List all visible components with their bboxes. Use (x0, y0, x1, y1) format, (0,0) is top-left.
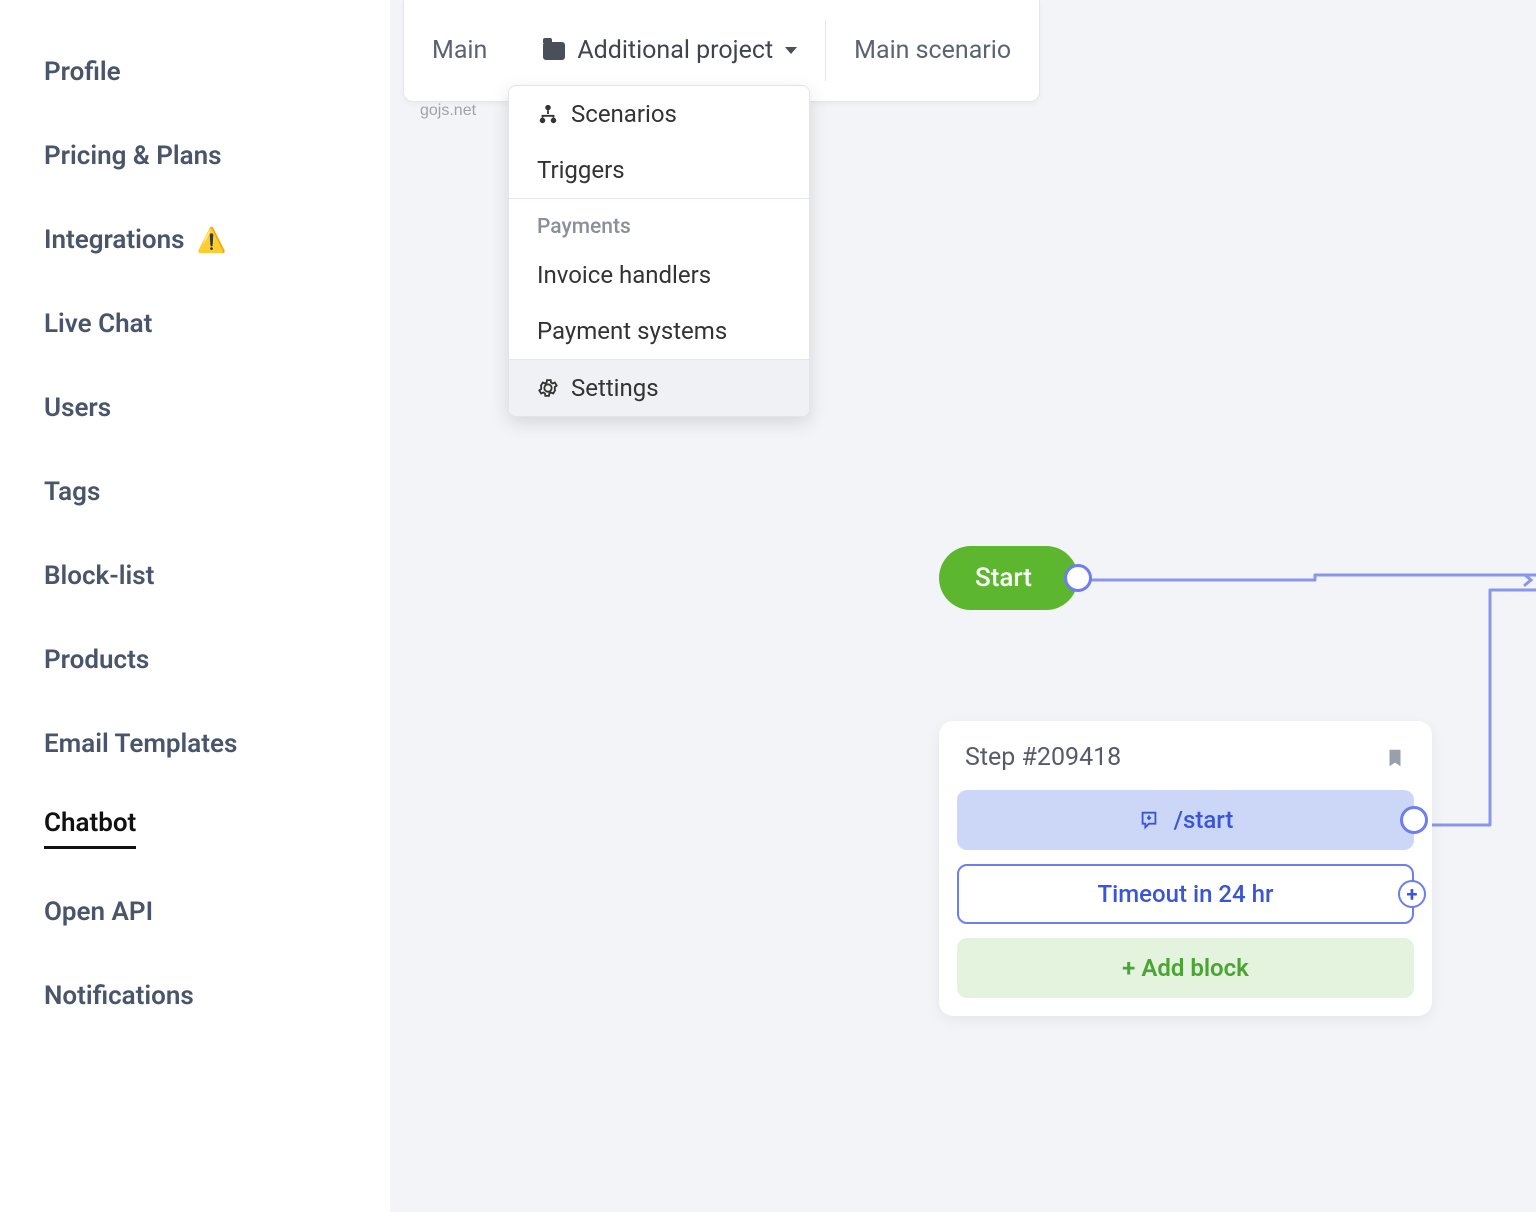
breadcrumb-main[interactable]: Main (404, 0, 515, 101)
label: Tags (44, 477, 100, 507)
label: Pricing & Plans (44, 141, 222, 171)
canvas[interactable]: Main Additional project Main scenario Sc… (390, 0, 1536, 1212)
sidebar-item-openapi[interactable]: Open API (0, 870, 390, 954)
label: Triggers (537, 156, 625, 184)
label: Integrations (44, 225, 185, 255)
menu-item-triggers[interactable]: Triggers (509, 142, 809, 198)
chevron-down-icon (785, 47, 797, 54)
sidebar-item-emailtemplates[interactable]: Email Templates (0, 702, 390, 786)
label: Live Chat (44, 309, 152, 339)
step-header: Step #209418 (957, 739, 1414, 790)
label: /start (1174, 806, 1234, 834)
sidebar-item-chatbot[interactable]: Chatbot (0, 786, 390, 870)
menu-header-payments: Payments (509, 199, 809, 247)
label: Additional project (577, 36, 773, 65)
flow-node-start[interactable]: Start (939, 546, 1078, 610)
label: Main scenario (854, 36, 1011, 65)
gojs-watermark: gojs.net (420, 102, 476, 120)
gear-icon (537, 377, 559, 399)
label: Main (432, 36, 487, 65)
breadcrumb-scenario[interactable]: Main scenario (826, 0, 1039, 101)
sidebar-item-notifications[interactable]: Notifications (0, 954, 390, 1038)
sidebar-item-blocklist[interactable]: Block-list (0, 534, 390, 618)
label: Email Templates (44, 729, 237, 759)
add-port-icon[interactable]: + (1398, 880, 1426, 908)
sidebar: Profile Pricing & Plans Integrations ⚠️ … (0, 0, 390, 1212)
sitemap-icon (537, 103, 559, 125)
output-port[interactable] (1064, 564, 1092, 592)
menu-item-payment-systems[interactable]: Payment systems (509, 303, 809, 359)
label: Settings (571, 374, 659, 402)
label: Products (44, 645, 149, 675)
folder-icon (543, 42, 565, 60)
label: Notifications (44, 981, 194, 1011)
sidebar-item-pricing[interactable]: Pricing & Plans (0, 114, 390, 198)
label: Users (44, 393, 111, 423)
sidebar-item-products[interactable]: Products (0, 618, 390, 702)
step-block-start[interactable]: /start (957, 790, 1414, 850)
label: Payment systems (537, 317, 727, 345)
label: Block-list (44, 561, 154, 591)
flow-node-step[interactable]: Step #209418 /start Timeout in 24 hr + +… (939, 721, 1432, 1016)
step-block-timeout[interactable]: Timeout in 24 hr + (957, 864, 1414, 924)
menu-item-settings[interactable]: Settings (509, 360, 809, 416)
label: Start (975, 563, 1032, 593)
message-down-icon (1138, 809, 1160, 831)
sidebar-item-livechat[interactable]: Live Chat (0, 282, 390, 366)
project-dropdown-menu: Scenarios Triggers Payments Invoice hand… (508, 85, 810, 417)
label: Scenarios (571, 100, 677, 128)
output-port[interactable] (1400, 806, 1428, 834)
step-title: Step #209418 (965, 743, 1121, 772)
label: + Add block (1122, 954, 1249, 982)
label: Open API (44, 897, 153, 927)
label: Timeout in 24 hr (1098, 880, 1274, 908)
sidebar-item-integrations[interactable]: Integrations ⚠️ (0, 198, 390, 282)
sidebar-item-users[interactable]: Users (0, 366, 390, 450)
sidebar-item-profile[interactable]: Profile (0, 30, 390, 114)
sidebar-item-tags[interactable]: Tags (0, 450, 390, 534)
menu-item-invoice-handlers[interactable]: Invoice handlers (509, 247, 809, 303)
step-add-block-button[interactable]: + Add block (957, 938, 1414, 998)
label: Invoice handlers (537, 261, 711, 289)
bookmark-icon[interactable] (1384, 747, 1406, 769)
label: Chatbot (44, 808, 136, 849)
menu-item-scenarios[interactable]: Scenarios (509, 86, 809, 142)
label: Profile (44, 57, 121, 87)
warning-icon: ⚠️ (197, 226, 227, 254)
